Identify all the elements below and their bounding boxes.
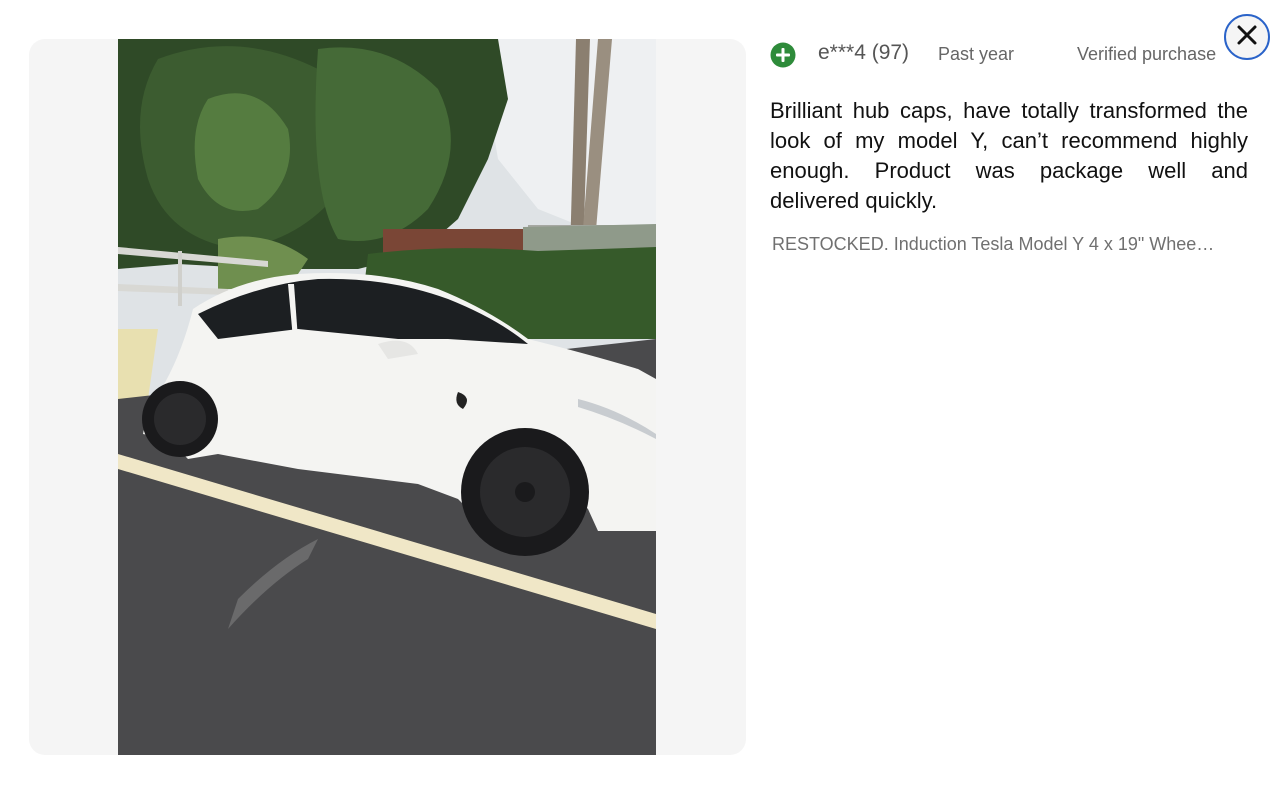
close-icon [1236, 24, 1258, 51]
product-title-link[interactable]: RESTOCKED. Induction Tesla Model Y 4 x 1… [772, 234, 1217, 255]
review-details: e***4 (97) Past year Verified purchase B… [770, 38, 1250, 255]
review-date: Past year [938, 44, 1015, 64]
review-meta: e***4 (97) Past year Verified purchase [770, 38, 1250, 70]
close-button[interactable] [1224, 14, 1270, 60]
review-photo-modal: e***4 (97) Past year Verified purchase B… [0, 0, 1280, 792]
review-photo-image [118, 39, 656, 755]
photo-panel [29, 39, 746, 755]
verified-purchase-label: Verified purchase [1077, 44, 1217, 64]
review-text: Brilliant hub caps, have totally transfo… [770, 98, 1248, 213]
plus-circle-icon [770, 42, 796, 68]
reviewer-name[interactable]: e***4 (97) [818, 41, 909, 65]
review-photo[interactable] [118, 39, 656, 755]
